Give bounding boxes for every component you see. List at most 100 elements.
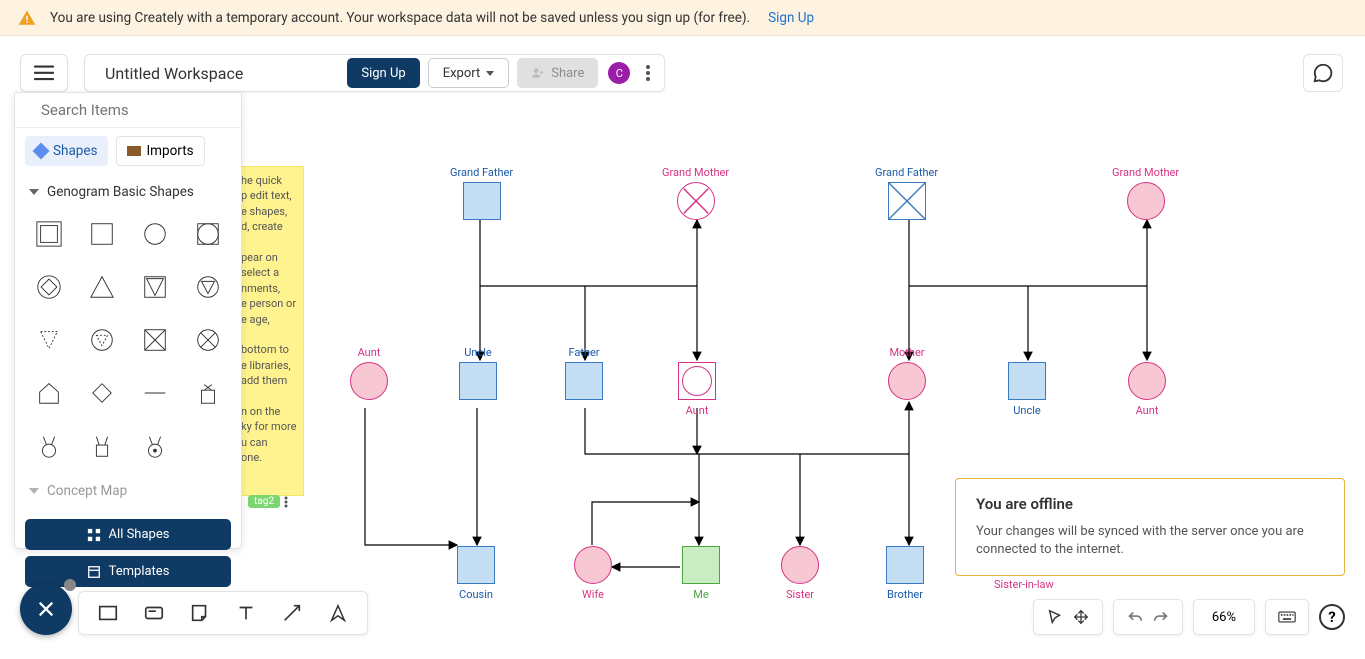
undo-button[interactable] — [1122, 603, 1148, 631]
banner-text: You are using Creately with a temporary … — [50, 10, 750, 26]
workspace-topbar: Untitled Workspace Sign Up Export Share … — [84, 54, 665, 92]
chevron-down-icon — [29, 488, 39, 494]
shape-line[interactable] — [131, 369, 178, 416]
pan-tool[interactable] — [1068, 603, 1094, 631]
shape-ribbon-square[interactable] — [78, 422, 125, 469]
drawing-toolbar — [78, 591, 368, 635]
share-label: Share — [551, 66, 584, 81]
tab-imports[interactable]: Imports — [116, 136, 205, 166]
all-shapes-label: All Shapes — [109, 527, 170, 542]
tool-sticky[interactable] — [177, 595, 223, 631]
templates-button[interactable]: Templates — [25, 556, 231, 587]
node-mother[interactable]: Mother — [888, 346, 926, 400]
offline-toast: You are offline Your changes will be syn… — [955, 478, 1345, 576]
chevron-down-icon — [29, 189, 39, 195]
export-button[interactable]: Export — [428, 58, 510, 88]
banner-signup-link[interactable]: Sign Up — [768, 10, 814, 26]
section-genogram[interactable]: Genogram Basic Shapes — [15, 174, 241, 206]
shape-diamond-circle[interactable] — [25, 263, 72, 310]
node-aunt-1[interactable]: Aunt — [350, 346, 388, 400]
grid-icon — [87, 528, 101, 542]
search-bar — [15, 93, 241, 128]
node-cousin[interactable]: Cousin — [457, 546, 495, 601]
cursor-tool[interactable] — [1042, 603, 1068, 631]
section-genogram-label: Genogram Basic Shapes — [47, 184, 194, 200]
shape-circle[interactable] — [131, 210, 178, 257]
shape-inverted-triangle-ci[interactable] — [184, 263, 231, 310]
node-sister[interactable]: Sister — [781, 546, 819, 601]
all-shapes-button[interactable]: All Shapes — [25, 519, 231, 550]
workspace-title[interactable]: Untitled Workspace — [105, 64, 343, 83]
shape-double-square[interactable] — [25, 210, 72, 257]
more-menu-button[interactable] — [636, 58, 660, 88]
node-brother[interactable]: Brother — [886, 546, 924, 601]
comments-button[interactable] — [1303, 54, 1343, 92]
node-sister-in-law[interactable]: Sister-in-law — [994, 578, 1054, 594]
keyboard-shortcuts-button[interactable] — [1274, 603, 1300, 631]
zoom-level[interactable]: 66% — [1202, 610, 1246, 625]
node-uncle-1[interactable]: Uncle — [459, 346, 497, 400]
redo-button[interactable] — [1148, 603, 1174, 631]
node-grandfather-2[interactable]: Grand Father — [875, 166, 938, 220]
shape-dotted-inv-triangle[interactable] — [25, 316, 72, 363]
section-concept-label: Concept Map — [47, 483, 127, 499]
node-me[interactable]: Me — [682, 546, 720, 601]
shape-circle-square[interactable] — [184, 210, 231, 257]
node-grandfather-1[interactable]: Grand Father — [450, 166, 513, 220]
shape-inverted-triangle-sq[interactable] — [131, 263, 178, 310]
tag-chip[interactable]: tag2 — [248, 495, 280, 508]
templates-label: Templates — [109, 564, 170, 579]
user-plus-icon — [531, 66, 545, 80]
help-button[interactable]: ? — [1319, 604, 1345, 630]
node-grandmother-1[interactable]: Grand Mother — [662, 166, 729, 220]
tool-arrow[interactable] — [269, 595, 315, 631]
shape-pentagon[interactable] — [25, 369, 72, 416]
main-menu-button[interactable] — [20, 54, 68, 92]
shape-ribbon-circle[interactable] — [25, 422, 72, 469]
tab-shapes[interactable]: Shapes — [25, 136, 108, 166]
tab-imports-label: Imports — [147, 143, 194, 159]
sticky-tags: tag2 — [248, 495, 288, 508]
close-icon — [37, 600, 55, 618]
node-uncle-2[interactable]: Uncle — [1008, 362, 1046, 417]
view-controls: 66% ? — [1033, 599, 1345, 635]
template-icon — [87, 565, 101, 579]
section-concept-map[interactable]: Concept Map — [15, 473, 241, 505]
shape-x-circle[interactable] — [184, 316, 231, 363]
shape-house-x[interactable] — [184, 369, 231, 416]
node-aunt-3[interactable]: Aunt — [1128, 362, 1166, 417]
diamond-icon — [33, 143, 50, 160]
chevron-down-icon — [486, 71, 494, 76]
temp-account-banner: You are using Creately with a temporary … — [0, 0, 1365, 36]
node-grandmother-2[interactable]: Grand Mother — [1112, 166, 1179, 220]
shapes-panel: Shapes Imports Genogram Basic Shapes Con… — [14, 92, 242, 549]
shape-ribbon-dots[interactable] — [131, 422, 178, 469]
node-aunt-2[interactable]: Aunt — [678, 362, 716, 417]
node-wife[interactable]: Wife — [574, 546, 612, 601]
briefcase-icon — [127, 146, 141, 156]
user-avatar[interactable]: C — [608, 62, 630, 84]
share-button[interactable]: Share — [517, 58, 598, 88]
comment-icon — [1312, 62, 1334, 84]
tab-shapes-label: Shapes — [53, 143, 98, 159]
node-father[interactable]: Father — [565, 346, 603, 400]
shape-x-square[interactable] — [131, 316, 178, 363]
shape-triangle[interactable] — [78, 263, 125, 310]
shape-square[interactable] — [78, 210, 125, 257]
shapes-grid — [15, 206, 241, 473]
search-input[interactable] — [41, 101, 240, 119]
shape-diamond[interactable] — [78, 369, 125, 416]
export-label: Export — [443, 66, 481, 81]
warning-icon — [18, 9, 36, 27]
tag-more-icon[interactable] — [284, 496, 288, 508]
signup-button[interactable]: Sign Up — [347, 58, 419, 88]
close-fab-button[interactable] — [20, 583, 72, 635]
tool-card[interactable] — [131, 595, 177, 631]
shape-dotted-inv-tri-ci[interactable] — [78, 316, 125, 363]
toast-title: You are offline — [976, 495, 1324, 513]
toast-body: Your changes will be synced with the ser… — [976, 523, 1324, 559]
tool-rectangle[interactable] — [85, 595, 131, 631]
tool-text[interactable] — [223, 595, 269, 631]
tool-pen[interactable] — [315, 595, 361, 631]
sticky-note[interactable]: he quick p edit text, e shapes, d, creat… — [234, 166, 304, 496]
